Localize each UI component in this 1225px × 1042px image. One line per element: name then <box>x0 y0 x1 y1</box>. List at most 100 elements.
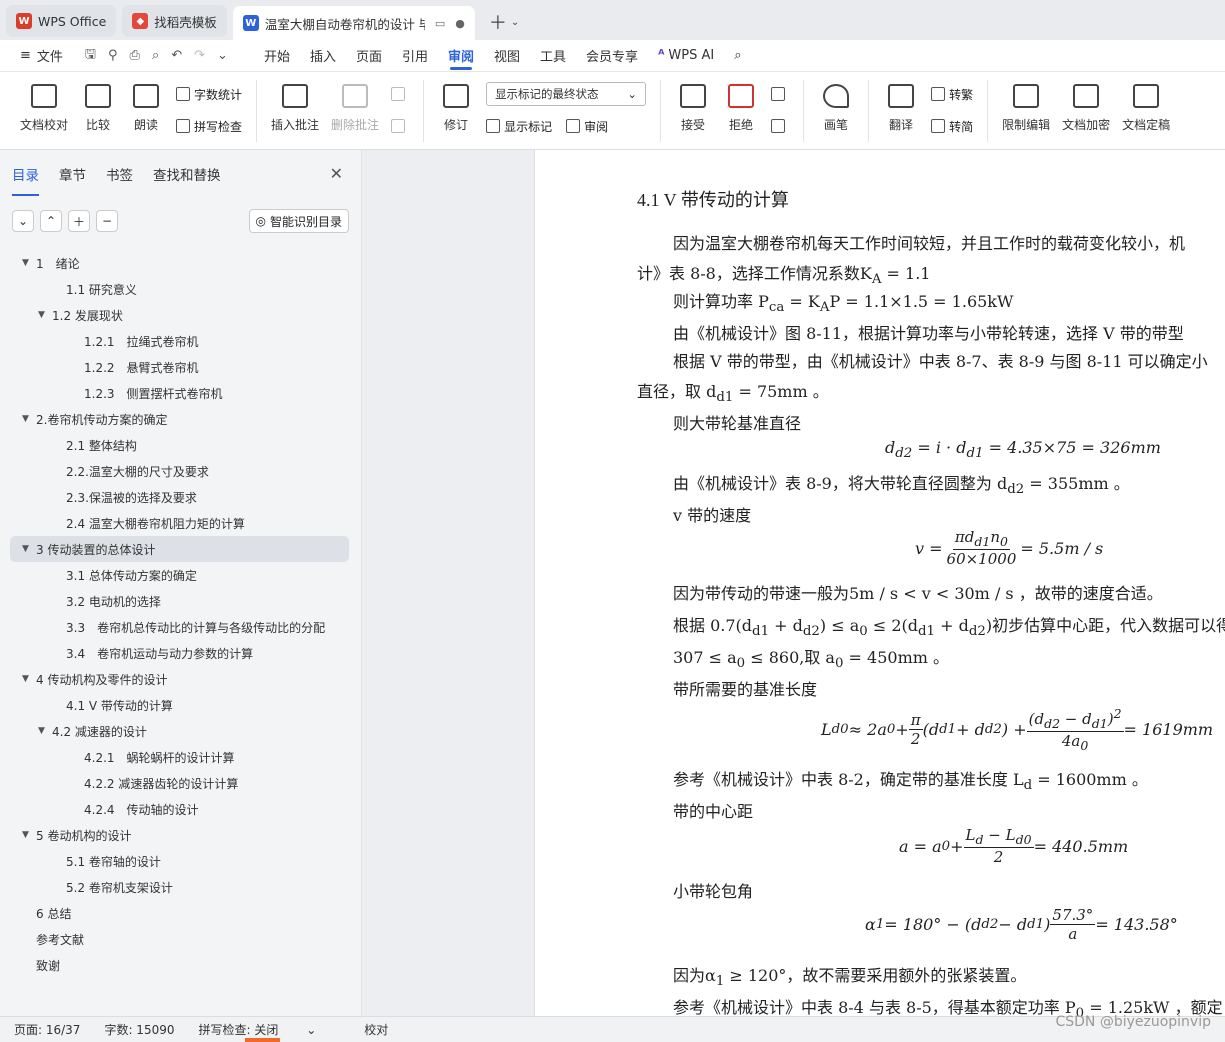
more-chevron-icon[interactable]: ⌄ <box>217 48 228 63</box>
document-page[interactable]: 4.1 V 带传动的计算 因为温室大棚卷帘机每天工作时间较短，并且工作时的载荷变… <box>534 150 1225 1016</box>
spell-check-button[interactable]: 拼写检查 <box>176 114 242 138</box>
chevron-up-icon[interactable]: ⌃ <box>40 210 62 232</box>
finalize-button[interactable]: 文档定稿 <box>1122 80 1170 133</box>
toc-item[interactable]: 6 总结 <box>10 900 349 926</box>
menu-member[interactable]: 会员专享 <box>586 40 638 72</box>
toc-item[interactable]: 4.2.2 减速器齿轮的设计计算 <box>10 770 349 796</box>
expand-arrow-icon[interactable]: ▼ <box>38 310 52 320</box>
menu-review[interactable]: 审阅 <box>448 40 474 72</box>
expand-arrow-icon[interactable]: ▼ <box>22 414 36 424</box>
close-icon[interactable]: ✕ <box>330 164 343 183</box>
smart-toc-button[interactable]: ◎ 智能识别目录 <box>248 209 349 233</box>
translate-button[interactable]: 翻译 <box>883 80 919 133</box>
prev-change-button[interactable] <box>771 82 789 106</box>
menu-reference[interactable]: 引用 <box>402 40 428 72</box>
restrict-edit-button[interactable]: 限制编辑 <box>1002 80 1050 133</box>
toc-item[interactable]: ▼ 5 卷动机构的设计 <box>10 822 349 848</box>
revise-button[interactable]: 修订 <box>438 80 474 133</box>
compare-button[interactable]: 比较 <box>80 80 116 133</box>
tab-wps-office[interactable]: W WPS Office <box>6 5 117 37</box>
read-aloud-button[interactable]: 朗读 <box>128 80 164 133</box>
menu-view[interactable]: 视图 <box>494 40 520 72</box>
prev-comment-button[interactable] <box>391 82 409 106</box>
print-icon[interactable]: ⎙ <box>130 48 140 63</box>
toc-item[interactable]: 2.1 整体结构 <box>10 432 349 458</box>
toc-item[interactable]: ▼ 1.2 发展现状 <box>10 302 349 328</box>
menu-start[interactable]: 开始 <box>264 40 290 72</box>
encrypt-button[interactable]: 文档加密 <box>1062 80 1110 133</box>
tab-bookmarks[interactable]: 书签 <box>106 164 133 190</box>
text: + d <box>935 616 969 635</box>
toc-item[interactable]: 1.2.2 悬臂式卷帘机 <box>10 354 349 380</box>
expand-arrow-icon[interactable]: ▼ <box>22 830 36 840</box>
toc-item[interactable]: ▼ 2.卷帘机传动方案的确定 <box>10 406 349 432</box>
review-pane-button[interactable]: 审阅 <box>566 118 608 135</box>
expand-arrow-icon[interactable]: ▼ <box>22 674 36 684</box>
next-change-button[interactable] <box>771 114 789 138</box>
menu-page[interactable]: 页面 <box>356 40 382 72</box>
monitor-icon[interactable]: ▭ <box>435 17 445 30</box>
proofread-indicator[interactable]: 校对 <box>364 1021 388 1038</box>
new-tab-button[interactable]: ＋ ⌄ <box>489 4 519 40</box>
page-indicator[interactable]: 页面: 16/37 <box>14 1021 80 1038</box>
toc-item[interactable]: 3.3 卷帘机总传动比的计算与各级传动比的分配 <box>10 614 349 640</box>
tab-docer-template[interactable]: ◆ 找稻壳模板 <box>122 5 227 37</box>
tab-toc[interactable]: 目录 <box>12 164 39 196</box>
toc-item[interactable]: ▼ 4.2 减速器的设计 <box>10 718 349 744</box>
reject-button[interactable]: 拒绝 <box>723 80 759 133</box>
tab-chapters[interactable]: 章节 <box>59 164 86 190</box>
save-icon[interactable]: 🖫 <box>85 45 96 67</box>
toc-item[interactable]: 1.2.3 侧置摆杆式卷帘机 <box>10 380 349 406</box>
toc-item[interactable]: 2.2.温室大棚的尺寸及要求 <box>10 458 349 484</box>
menu-tools[interactable]: 工具 <box>540 40 566 72</box>
toc-item[interactable]: 5.2 卷帘机支架设计 <box>10 874 349 900</box>
markup-state-select[interactable]: 显示标记的最终状态 ⌄ <box>486 82 647 106</box>
toc-item[interactable]: 3.2 电动机的选择 <box>10 588 349 614</box>
toc-item[interactable]: 2.3.保温被的选择及要求 <box>10 484 349 510</box>
expand-arrow-icon[interactable]: ▼ <box>22 544 36 554</box>
doc-check-button[interactable]: 文档校对 <box>20 80 68 133</box>
toc-item[interactable]: 致谢 <box>10 952 349 978</box>
toc-item[interactable]: 4.2.4 传动轴的设计 <box>10 796 349 822</box>
search-icon[interactable]: ⌕ <box>734 40 741 72</box>
tab-find-replace[interactable]: 查找和替换 <box>153 164 221 190</box>
toc-item[interactable]: ▼ 3 传动装置的总体设计 <box>10 536 349 562</box>
toc-item[interactable]: 3.4 卷帘机运动与动力参数的计算 <box>10 640 349 666</box>
redo-icon[interactable]: ↷ <box>194 48 205 63</box>
toc-item[interactable]: 参考文献 <box>10 926 349 952</box>
print-preview-icon[interactable]: ⌕ <box>152 48 159 63</box>
chevron-down-icon[interactable]: ⌄ <box>511 17 519 28</box>
toc-item[interactable]: 4.2.1 蜗轮蜗杆的设计计算 <box>10 744 349 770</box>
tab-document[interactable]: W 温室大棚自动卷帘机的设计 毕 ▭ ● <box>232 6 475 40</box>
accept-button[interactable]: 接受 <box>675 80 711 133</box>
toc-item[interactable]: 1.1 研究意义 <box>10 276 349 302</box>
to-traditional-button[interactable]: 转繁 <box>931 82 973 106</box>
next-comment-button[interactable] <box>391 114 409 138</box>
file-menu[interactable]: ≡ 文件 <box>20 40 63 72</box>
toc-item[interactable]: 2.4 温室大棚卷帘机阻力矩的计算 <box>10 510 349 536</box>
toc-item[interactable]: 1.2.1 拉绳式卷帘机 <box>10 328 349 354</box>
expand-arrow-icon[interactable]: ▼ <box>22 258 36 268</box>
delete-comment-button[interactable]: 删除批注 <box>331 80 379 133</box>
word-count-button[interactable]: 字数统计 <box>176 82 242 106</box>
expand-arrow-icon[interactable]: ▼ <box>38 726 52 736</box>
word-count-indicator[interactable]: 字数: 15090 <box>104 1021 174 1038</box>
insert-comment-button[interactable]: 插入批注 <box>271 80 319 133</box>
spell-check-indicator[interactable]: 拼写检查: 关闭 ⌄ <box>199 1021 341 1038</box>
toc-item[interactable]: 4.1 V 带传动的计算 <box>10 692 349 718</box>
toc-item[interactable]: 5.1 卷帘轴的设计 <box>10 848 349 874</box>
to-simplified-button[interactable]: 转简 <box>931 114 973 138</box>
menu-insert[interactable]: 插入 <box>310 40 336 72</box>
unsaved-dot-icon[interactable]: ● <box>455 17 465 30</box>
wps-ai-button[interactable]: ᴬ WPS AI <box>658 40 714 72</box>
toc-item[interactable]: ▼ 1 绪论 <box>10 250 349 276</box>
undo-icon[interactable]: ↶ <box>171 48 182 63</box>
show-markup-button[interactable]: 显示标记 <box>486 118 552 135</box>
pen-button[interactable]: 画笔 <box>818 80 854 133</box>
toc-item[interactable]: 3.1 总体传动方案的确定 <box>10 562 349 588</box>
chevron-down-icon[interactable]: ⌄ <box>12 210 34 232</box>
minus-icon[interactable]: − <box>96 210 118 232</box>
share-icon[interactable]: ⚲ <box>108 48 118 63</box>
toc-item[interactable]: ▼ 4 传动机构及零件的设计 <box>10 666 349 692</box>
plus-icon[interactable]: ＋ <box>68 210 90 232</box>
